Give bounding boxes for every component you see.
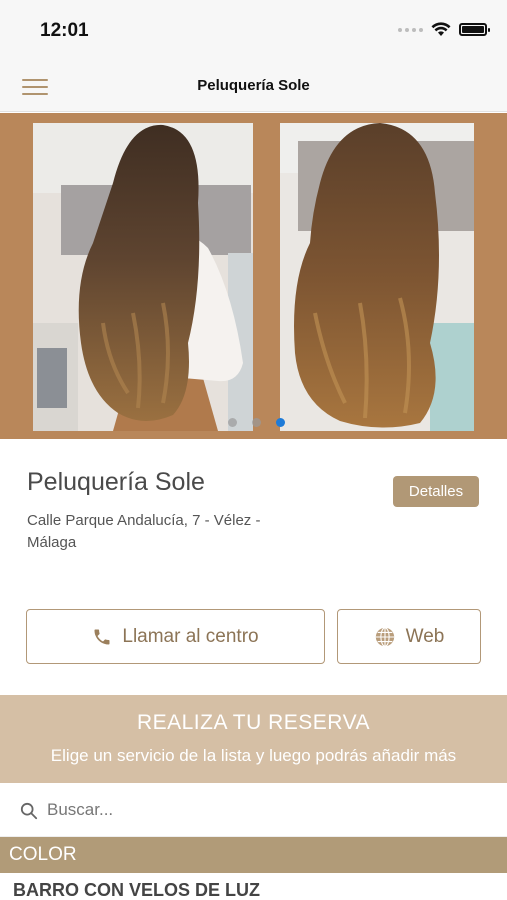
pager-dot[interactable] bbox=[252, 418, 261, 427]
details-button[interactable]: Detalles bbox=[393, 476, 479, 507]
carousel-photo-2 bbox=[280, 123, 474, 431]
service-item-title[interactable]: BARRO CON VELOS DE LUZ bbox=[13, 880, 260, 900]
pager-dot-active[interactable] bbox=[276, 418, 285, 427]
call-button-label: Llamar al centro bbox=[122, 625, 259, 647]
status-icons bbox=[398, 22, 490, 37]
wifi-icon bbox=[431, 22, 451, 36]
status-time: 12:01 bbox=[40, 20, 89, 41]
salon-name: Peluquería Sole bbox=[27, 468, 205, 496]
status-bar: 12:01 bbox=[0, 0, 507, 62]
carousel-photo-1 bbox=[33, 123, 253, 431]
page-title: Peluquería Sole bbox=[197, 77, 310, 94]
phone-icon bbox=[94, 629, 110, 644]
call-button[interactable]: Llamar al centro bbox=[26, 609, 325, 664]
web-button-label: Web bbox=[405, 625, 445, 647]
photo-carousel[interactable] bbox=[0, 113, 507, 439]
battery-icon bbox=[459, 23, 490, 36]
booking-title: REALIZA TU RESERVA bbox=[136, 711, 371, 734]
carousel-pager[interactable] bbox=[228, 418, 285, 427]
salon-address: Calle Parque Andalucía, 7 - Vélez - Mála… bbox=[27, 512, 261, 551]
search-input[interactable] bbox=[47, 796, 487, 824]
booking-banner: REALIZA TU RESERVA Elige un servicio de … bbox=[0, 695, 507, 783]
navigation-bar: Peluquería Sole bbox=[0, 62, 507, 112]
pager-dot[interactable] bbox=[228, 418, 237, 427]
web-button[interactable]: Web bbox=[337, 609, 481, 664]
booking-subtitle: Elige un servicio de la lista y luego po… bbox=[50, 746, 457, 765]
search-icon bbox=[20, 802, 38, 820]
category-header[interactable]: COLOR bbox=[0, 837, 507, 873]
search-bar bbox=[0, 783, 507, 837]
globe-icon bbox=[375, 626, 394, 647]
cellular-signal-icon bbox=[398, 27, 423, 32]
